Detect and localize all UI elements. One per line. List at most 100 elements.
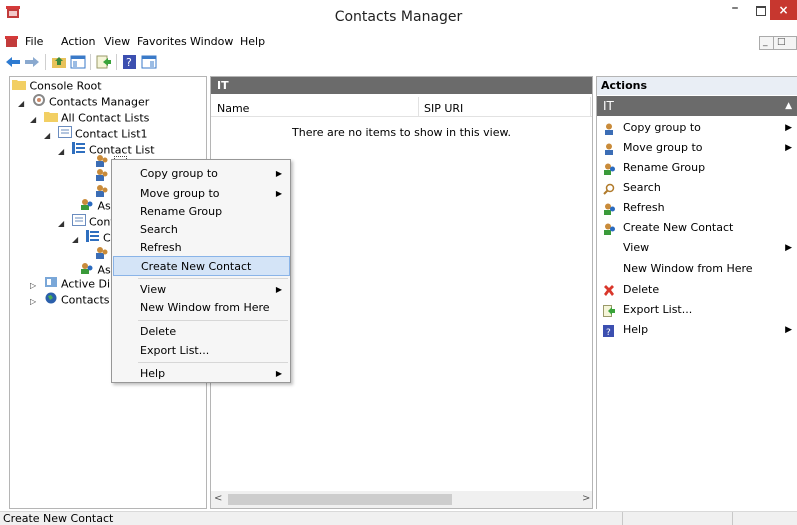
close-button[interactable]: ×: [770, 0, 797, 20]
context-item-label: New Window from Here: [140, 301, 270, 314]
context-move-group-to[interactable]: Move group to ▶: [112, 184, 290, 204]
empty-list-message: There are no items to show in this view.: [292, 126, 511, 139]
expanded-triangle-icon[interactable]: ◢: [72, 232, 82, 248]
context-item-label: Move group to: [140, 187, 220, 200]
action-rename-group[interactable]: Rename Group: [597, 158, 797, 178]
tree-item-contacts-manager[interactable]: ◢ Contacts Manager: [18, 94, 149, 110]
menu-view[interactable]: View: [104, 35, 130, 48]
result-pane-header: IT: [211, 77, 592, 94]
action-delete[interactable]: Delete: [597, 280, 797, 300]
back-icon[interactable]: [5, 55, 21, 69]
contacts-manager-icon: [32, 94, 46, 111]
column-header-sip-uri[interactable]: SIP URI: [424, 102, 463, 115]
contact-list-icon: [85, 230, 100, 247]
context-create-new-contact[interactable]: Create New Contact: [113, 256, 290, 276]
context-copy-group-to[interactable]: Copy group to ▶: [112, 164, 290, 184]
tree-item-all-contact-lists[interactable]: ◢ All Contact Lists: [30, 110, 149, 126]
show-action-pane-icon[interactable]: [141, 55, 157, 69]
menu-separator: [138, 278, 288, 279]
expanded-triangle-icon[interactable]: ◢: [30, 112, 40, 128]
context-rename-group[interactable]: Rename Group: [112, 202, 290, 222]
actions-group-header[interactable]: IT ▲: [597, 96, 797, 116]
context-item-label: Delete: [140, 325, 177, 338]
list-icon: [57, 126, 72, 143]
menu-separator: [138, 320, 288, 321]
context-delete[interactable]: Delete: [112, 322, 290, 342]
tree-item-label: Contacts Manager: [49, 95, 150, 109]
refresh-icon: [603, 202, 615, 215]
action-create-new-contact[interactable]: Create New Contact: [597, 218, 797, 238]
scroll-left-icon[interactable]: <: [214, 493, 222, 504]
console-icon[interactable]: [5, 36, 18, 48]
tree-item-contacts-n[interactable]: ▷ Contacts N: [30, 292, 121, 308]
action-move-group-to[interactable]: Move group to ▶: [597, 138, 797, 158]
expanded-triangle-icon[interactable]: ◢: [58, 144, 68, 160]
contact-icon: [603, 142, 615, 155]
tree-item-label: Console Root: [29, 79, 102, 93]
context-search[interactable]: Search: [112, 220, 290, 240]
action-label: Refresh: [623, 201, 665, 214]
status-bar: [0, 511, 797, 525]
help-icon: ?: [603, 324, 615, 338]
menu-window[interactable]: Window: [190, 35, 233, 48]
mdi-restore-icon[interactable]: □: [777, 37, 786, 47]
expanded-triangle-icon[interactable]: ◢: [18, 96, 28, 112]
group-icon[interactable]: [94, 246, 110, 263]
up-folder-icon[interactable]: [51, 55, 67, 69]
context-view[interactable]: View ▶: [112, 280, 290, 300]
menu-favorites[interactable]: Favorites: [137, 35, 187, 48]
action-label: Copy group to: [623, 121, 701, 134]
scrollbar-thumb[interactable]: [228, 494, 452, 505]
action-label: Delete: [623, 283, 660, 296]
context-menu[interactable]: Copy group to ▶ Move group to ▶ Rename G…: [111, 159, 291, 383]
expanded-triangle-icon[interactable]: ◢: [58, 216, 68, 232]
action-label: New Window from Here: [623, 262, 753, 275]
actions-group-label: IT: [603, 99, 614, 113]
context-help[interactable]: Help ▶: [112, 364, 290, 384]
delete-icon: [603, 284, 615, 296]
context-item-label: Search: [140, 223, 178, 236]
forward-icon[interactable]: [24, 55, 40, 69]
maximize-button[interactable]: [748, 0, 772, 20]
tree-item-label: Contact List1: [75, 127, 148, 141]
help-icon[interactable]: ?: [122, 55, 138, 69]
context-refresh[interactable]: Refresh: [112, 238, 290, 258]
tree-item-active-directory[interactable]: ▷ Active Dire: [30, 276, 121, 292]
column-divider[interactable]: [590, 97, 591, 117]
toolbar-separator: [116, 54, 117, 70]
action-refresh[interactable]: Refresh: [597, 198, 797, 218]
menu-file[interactable]: File: [25, 35, 43, 48]
scroll-right-icon[interactable]: >: [582, 493, 590, 504]
context-item-label: Rename Group: [140, 205, 223, 218]
minimize-button[interactable]: –: [722, 0, 748, 20]
export-icon[interactable]: [96, 55, 112, 69]
menu-action[interactable]: Action: [61, 35, 95, 48]
group-icon[interactable]: [94, 168, 110, 185]
action-export-list[interactable]: Export List...: [597, 300, 797, 320]
show-tree-icon[interactable]: [70, 55, 86, 69]
collapsed-triangle-icon[interactable]: ▷: [30, 294, 40, 310]
contact-list-icon: [71, 142, 86, 159]
new-contact-icon: [603, 222, 615, 235]
tree-item-contact-list1[interactable]: ◢ Contact List1: [44, 126, 148, 142]
action-search[interactable]: Search: [597, 178, 797, 198]
column-header-name[interactable]: Name: [217, 102, 249, 115]
context-new-window-from-here[interactable]: New Window from Here: [112, 298, 290, 318]
group-icon: [603, 162, 615, 175]
tree-item-console-root[interactable]: Console Root: [12, 78, 102, 94]
expanded-triangle-icon[interactable]: ◢: [44, 128, 54, 144]
actions-pane-title: Actions: [597, 77, 797, 95]
column-divider[interactable]: [418, 97, 419, 117]
action-label: Export List...: [623, 303, 693, 316]
action-view[interactable]: View ▶: [597, 238, 797, 258]
collapse-icon[interactable]: ▲: [785, 96, 792, 116]
context-export-list[interactable]: Export List...: [112, 341, 290, 361]
active-directory-icon: [44, 276, 58, 293]
mdi-minimize-icon[interactable]: _: [763, 37, 768, 47]
action-new-window-from-here[interactable]: New Window from Here: [597, 259, 797, 279]
context-item-label: Help: [140, 367, 166, 380]
action-copy-group-to[interactable]: Copy group to ▶: [597, 118, 797, 138]
action-help[interactable]: ? Help ▶: [597, 320, 797, 340]
mdi-window-controls[interactable]: _ □: [759, 36, 797, 50]
menu-help[interactable]: Help: [240, 35, 265, 48]
